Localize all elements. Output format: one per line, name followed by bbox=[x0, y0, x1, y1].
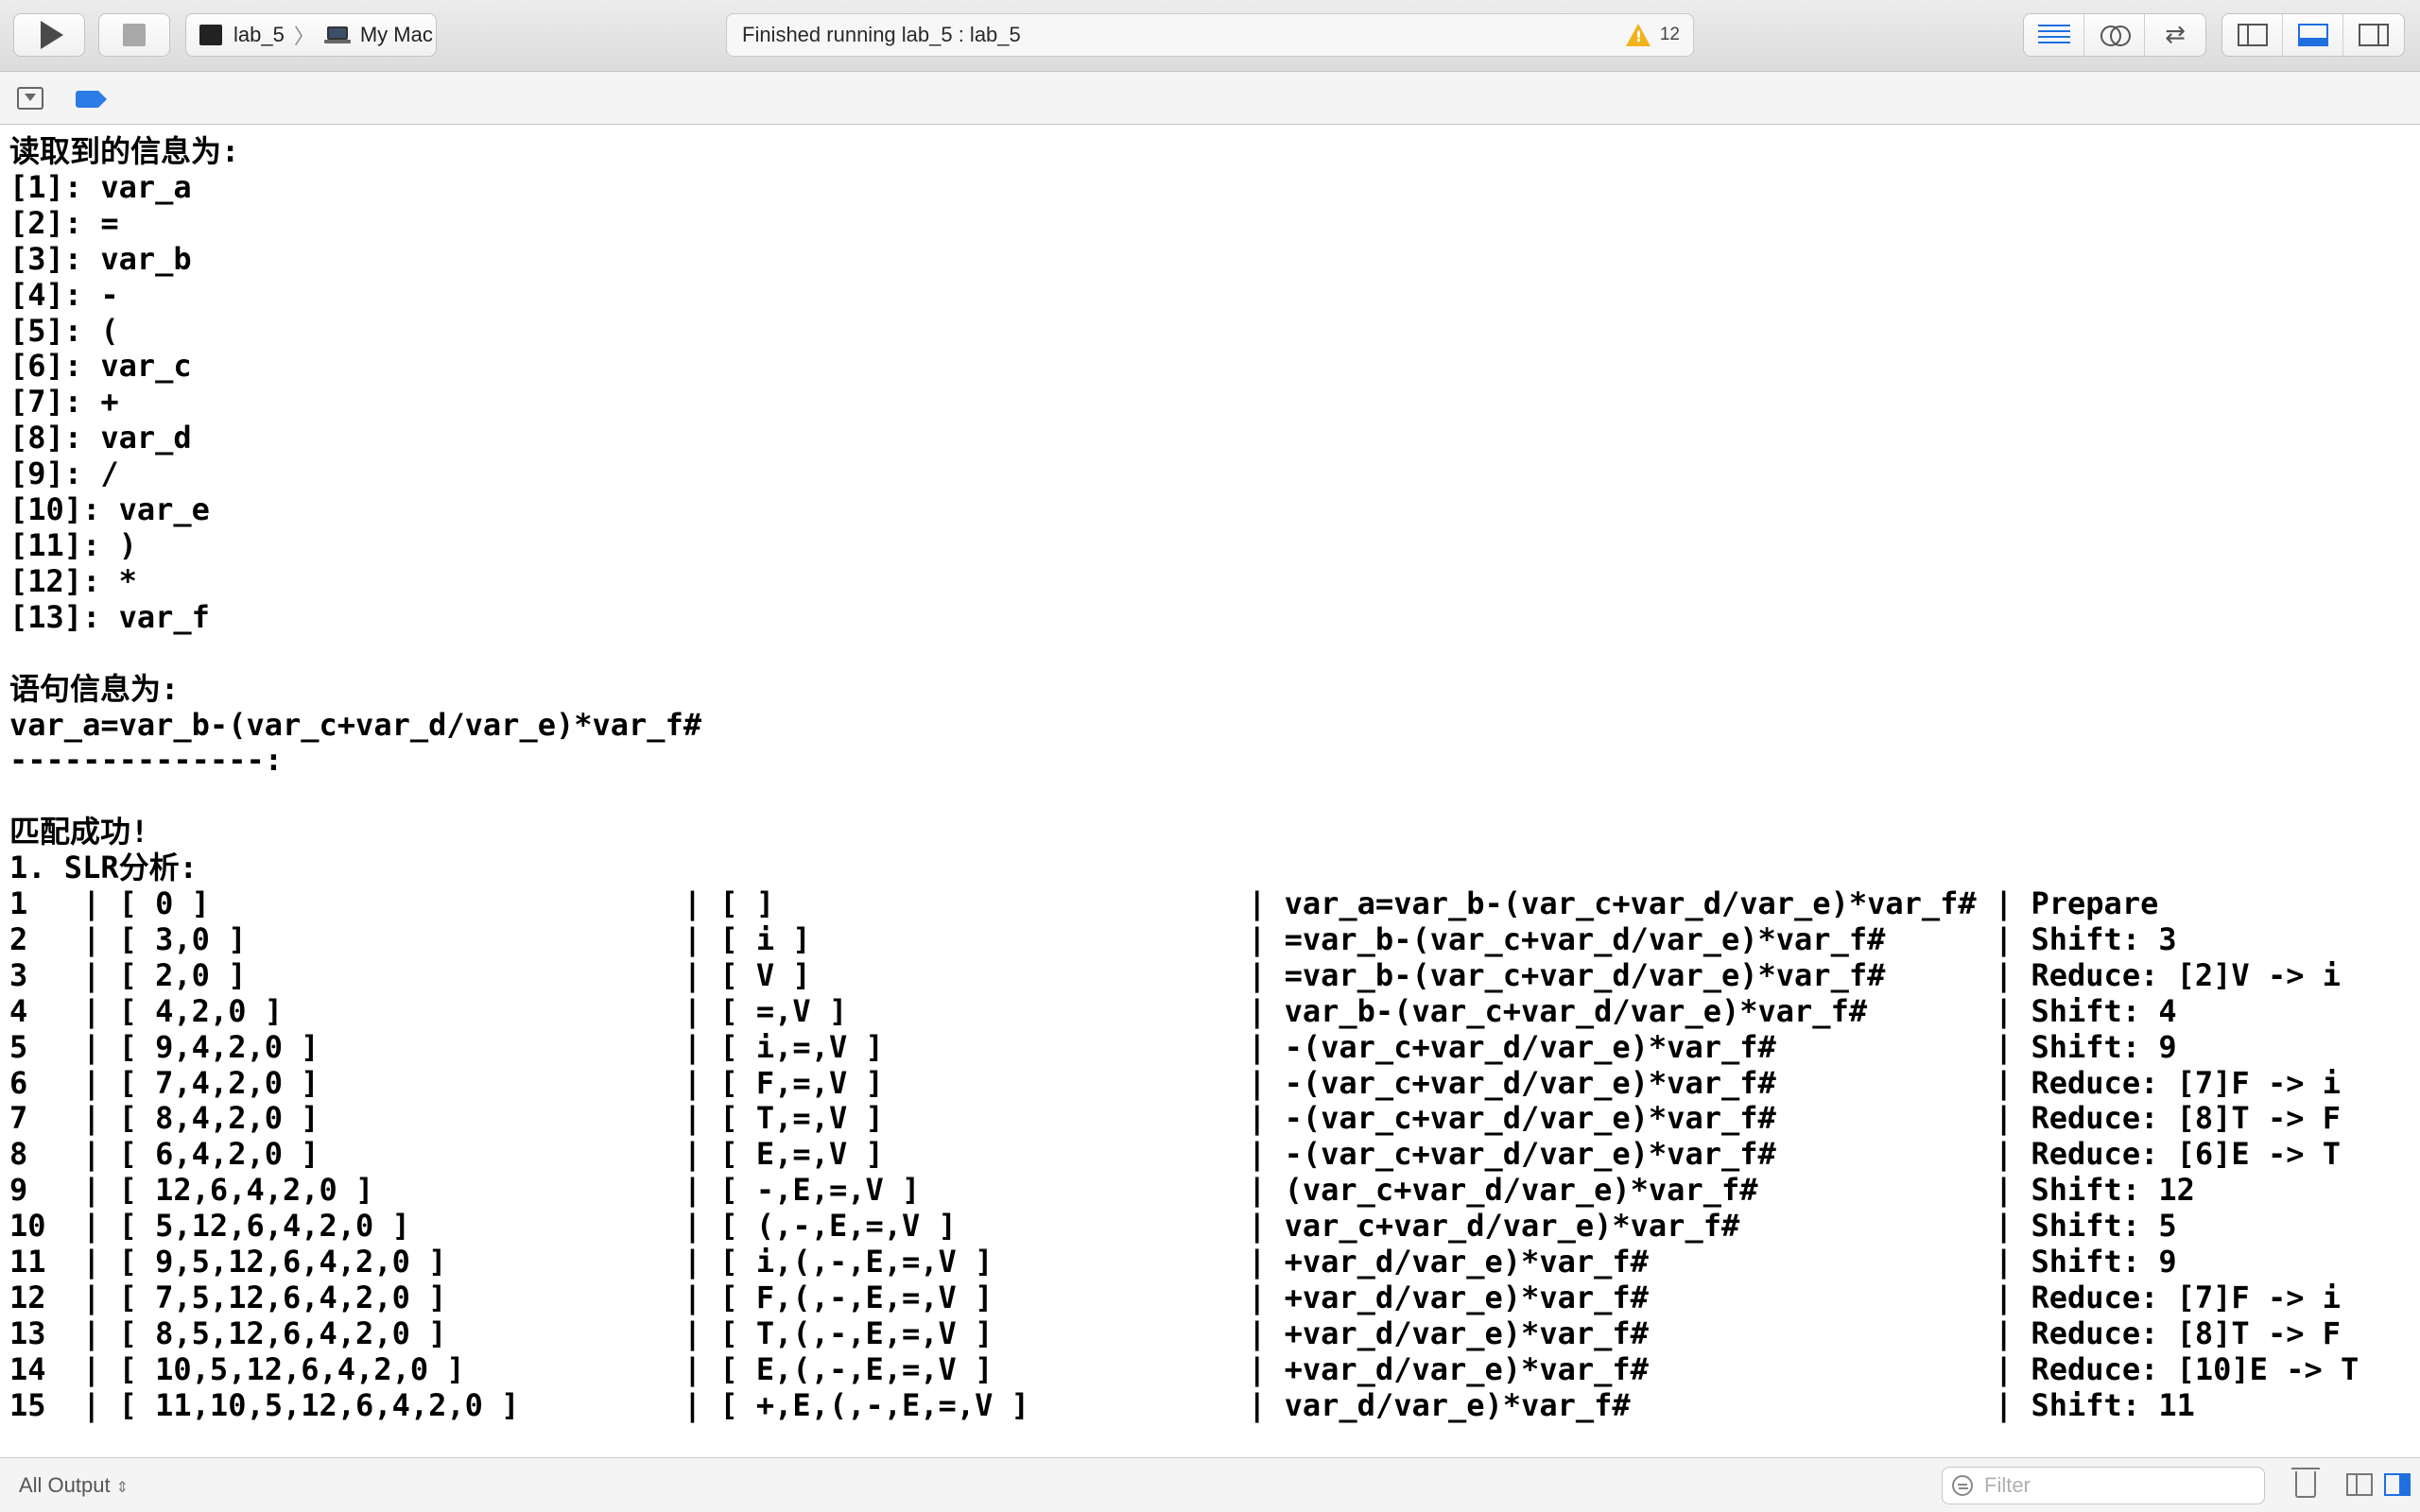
assistant-editor-button[interactable] bbox=[2084, 14, 2145, 56]
laptop-icon bbox=[323, 26, 351, 43]
assistant-editor-icon bbox=[2100, 24, 2131, 46]
console-line: 1 | [ 0 ] | [ ] | var_a=var_b-(var_c+var… bbox=[9, 885, 2159, 922]
console-line: [13]: var_f bbox=[9, 598, 210, 635]
console-line: [6]: var_c bbox=[9, 348, 192, 385]
warning-count: 12 bbox=[1659, 25, 1680, 44]
toolbar: lab_5 〉 My Mac Finished running lab_5 : … bbox=[0, 0, 2420, 72]
console-line: [2]: = bbox=[9, 204, 119, 241]
editor-mode-control: ⇄ bbox=[2023, 13, 2206, 57]
console-line: var_a=var_b-(var_c+var_d/var_e)*var_f# bbox=[9, 706, 702, 743]
console-line: 9 | [ 12,6,4,2,0 ] | [ -,E,=,V ] | (var_… bbox=[9, 1172, 2195, 1209]
stop-icon bbox=[123, 24, 146, 46]
view-toggle-control bbox=[2221, 13, 2405, 57]
trash-icon[interactable] bbox=[2291, 1468, 2320, 1498]
console-line: 读取到的信息为: bbox=[9, 133, 240, 169]
console-output[interactable]: 读取到的信息为: [1]: var_a [2]: = [3]: var_b [4… bbox=[0, 125, 2420, 1457]
console-line: [7]: + bbox=[9, 384, 119, 421]
chevron-right-icon: 〉 bbox=[293, 25, 315, 48]
console-line: 11 | [ 9,5,12,6,4,2,0 ] | [ i,(,-,E,=,V … bbox=[9, 1244, 2177, 1280]
version-editor-icon: ⇄ bbox=[2165, 21, 2186, 49]
console-line: 匹配成功! bbox=[9, 814, 149, 850]
debug-bar bbox=[0, 72, 2420, 125]
left-panel-icon bbox=[2237, 24, 2268, 46]
console-line: [3]: var_b bbox=[9, 240, 192, 277]
filter-input[interactable] bbox=[1982, 1472, 2251, 1499]
scheme-target: lab_5 bbox=[233, 23, 285, 46]
console-line: 4 | [ 4,2,0 ] | [ =,V ] | var_b-(var_c+v… bbox=[9, 992, 2177, 1029]
bottom-panel-icon bbox=[2297, 24, 2328, 46]
console-bottom-bar: All Output ⇕ bbox=[0, 1457, 2420, 1512]
activity-viewer: Finished running lab_5 : lab_5 12 bbox=[726, 13, 1694, 57]
console-line: [9]: / bbox=[9, 455, 119, 492]
output-filter-select[interactable]: All Output ⇕ bbox=[19, 1473, 129, 1498]
console-line: 6 | [ 7,4,2,0 ] | [ F,=,V ] | -(var_c+va… bbox=[9, 1064, 2341, 1101]
right-panel-icon bbox=[2359, 24, 2389, 46]
console-line: 1. SLR分析: bbox=[9, 850, 198, 886]
run-button[interactable] bbox=[13, 13, 85, 57]
warning-icon bbox=[1625, 24, 1651, 46]
console-line: [5]: ( bbox=[9, 312, 119, 349]
debug-area-toggle-button[interactable] bbox=[2283, 14, 2343, 56]
console-line: --------------: bbox=[9, 742, 283, 779]
console-line: 7 | [ 8,4,2,0 ] | [ T,=,V ] | -(var_c+va… bbox=[9, 1100, 2341, 1137]
navigator-toggle-button[interactable] bbox=[2222, 14, 2283, 56]
stop-button[interactable] bbox=[98, 13, 170, 57]
show-console-view-icon[interactable] bbox=[2384, 1473, 2411, 1496]
console-line: [4]: - bbox=[9, 276, 119, 313]
console-line: 5 | [ 9,4,2,0 ] | [ i,=,V ] | -(var_c+va… bbox=[9, 1028, 2177, 1065]
console-line: [11]: ) bbox=[9, 526, 137, 563]
console-line: 语句信息为: bbox=[9, 670, 180, 707]
output-filter-label: All Output bbox=[19, 1473, 111, 1497]
filter-field[interactable] bbox=[1942, 1467, 2265, 1504]
hide-debug-area-icon[interactable] bbox=[17, 87, 43, 110]
console-line: [12]: * bbox=[9, 562, 137, 599]
console-line: 8 | [ 6,4,2,0 ] | [ E,=,V ] | -(var_c+va… bbox=[9, 1136, 2341, 1173]
console-line: 3 | [ 2,0 ] | [ V ] | =var_b-(var_c+var_… bbox=[9, 956, 2341, 993]
console-line: 12 | [ 7,5,12,6,4,2,0 ] | [ F,(,-,E,=,V … bbox=[9, 1280, 2341, 1315]
console-line: 14 | [ 10,5,12,6,4,2,0 ] | [ E,(,-,E,=,V… bbox=[9, 1350, 2360, 1387]
console-line: 13 | [ 8,5,12,6,4,2,0 ] | [ T,(,-,E,=,V … bbox=[9, 1314, 2341, 1351]
standard-editor-icon bbox=[2037, 25, 2070, 45]
console-line: 10 | [ 5,12,6,4,2,0 ] | [ (,-,E,=,V ] | … bbox=[9, 1208, 2177, 1245]
standard-editor-button[interactable] bbox=[2024, 14, 2084, 56]
scheme-destination: My Mac bbox=[359, 23, 433, 46]
console-text: 读取到的信息为: [1]: var_a [2]: = [3]: var_b [4… bbox=[0, 125, 2420, 1424]
activity-status: Finished running lab_5 : lab_5 bbox=[742, 23, 1021, 46]
version-editor-button[interactable]: ⇄ bbox=[2145, 14, 2205, 56]
breakpoint-toggle-icon[interactable] bbox=[76, 91, 107, 108]
console-line: 2 | [ 3,0 ] | [ i ] | =var_b-(var_c+var_… bbox=[9, 920, 2177, 957]
play-icon bbox=[41, 21, 63, 49]
utilities-toggle-button[interactable] bbox=[2343, 14, 2404, 56]
console-line: [1]: var_a bbox=[9, 168, 192, 205]
show-variables-view-icon[interactable] bbox=[2346, 1473, 2373, 1496]
console-line: [10]: var_e bbox=[9, 491, 210, 528]
warnings-indicator[interactable]: 12 bbox=[1625, 14, 1680, 56]
filter-icon bbox=[1952, 1475, 1973, 1496]
console-line: [8]: var_d bbox=[9, 420, 192, 456]
scheme-selector[interactable]: lab_5 〉 My Mac bbox=[185, 13, 437, 57]
updown-chevron-icon: ⇕ bbox=[115, 1480, 130, 1496]
terminal-icon bbox=[199, 25, 222, 45]
console-line: 15 | [ 11,10,5,12,6,4,2,0 ] | [ +,E,(,-,… bbox=[9, 1386, 2195, 1423]
